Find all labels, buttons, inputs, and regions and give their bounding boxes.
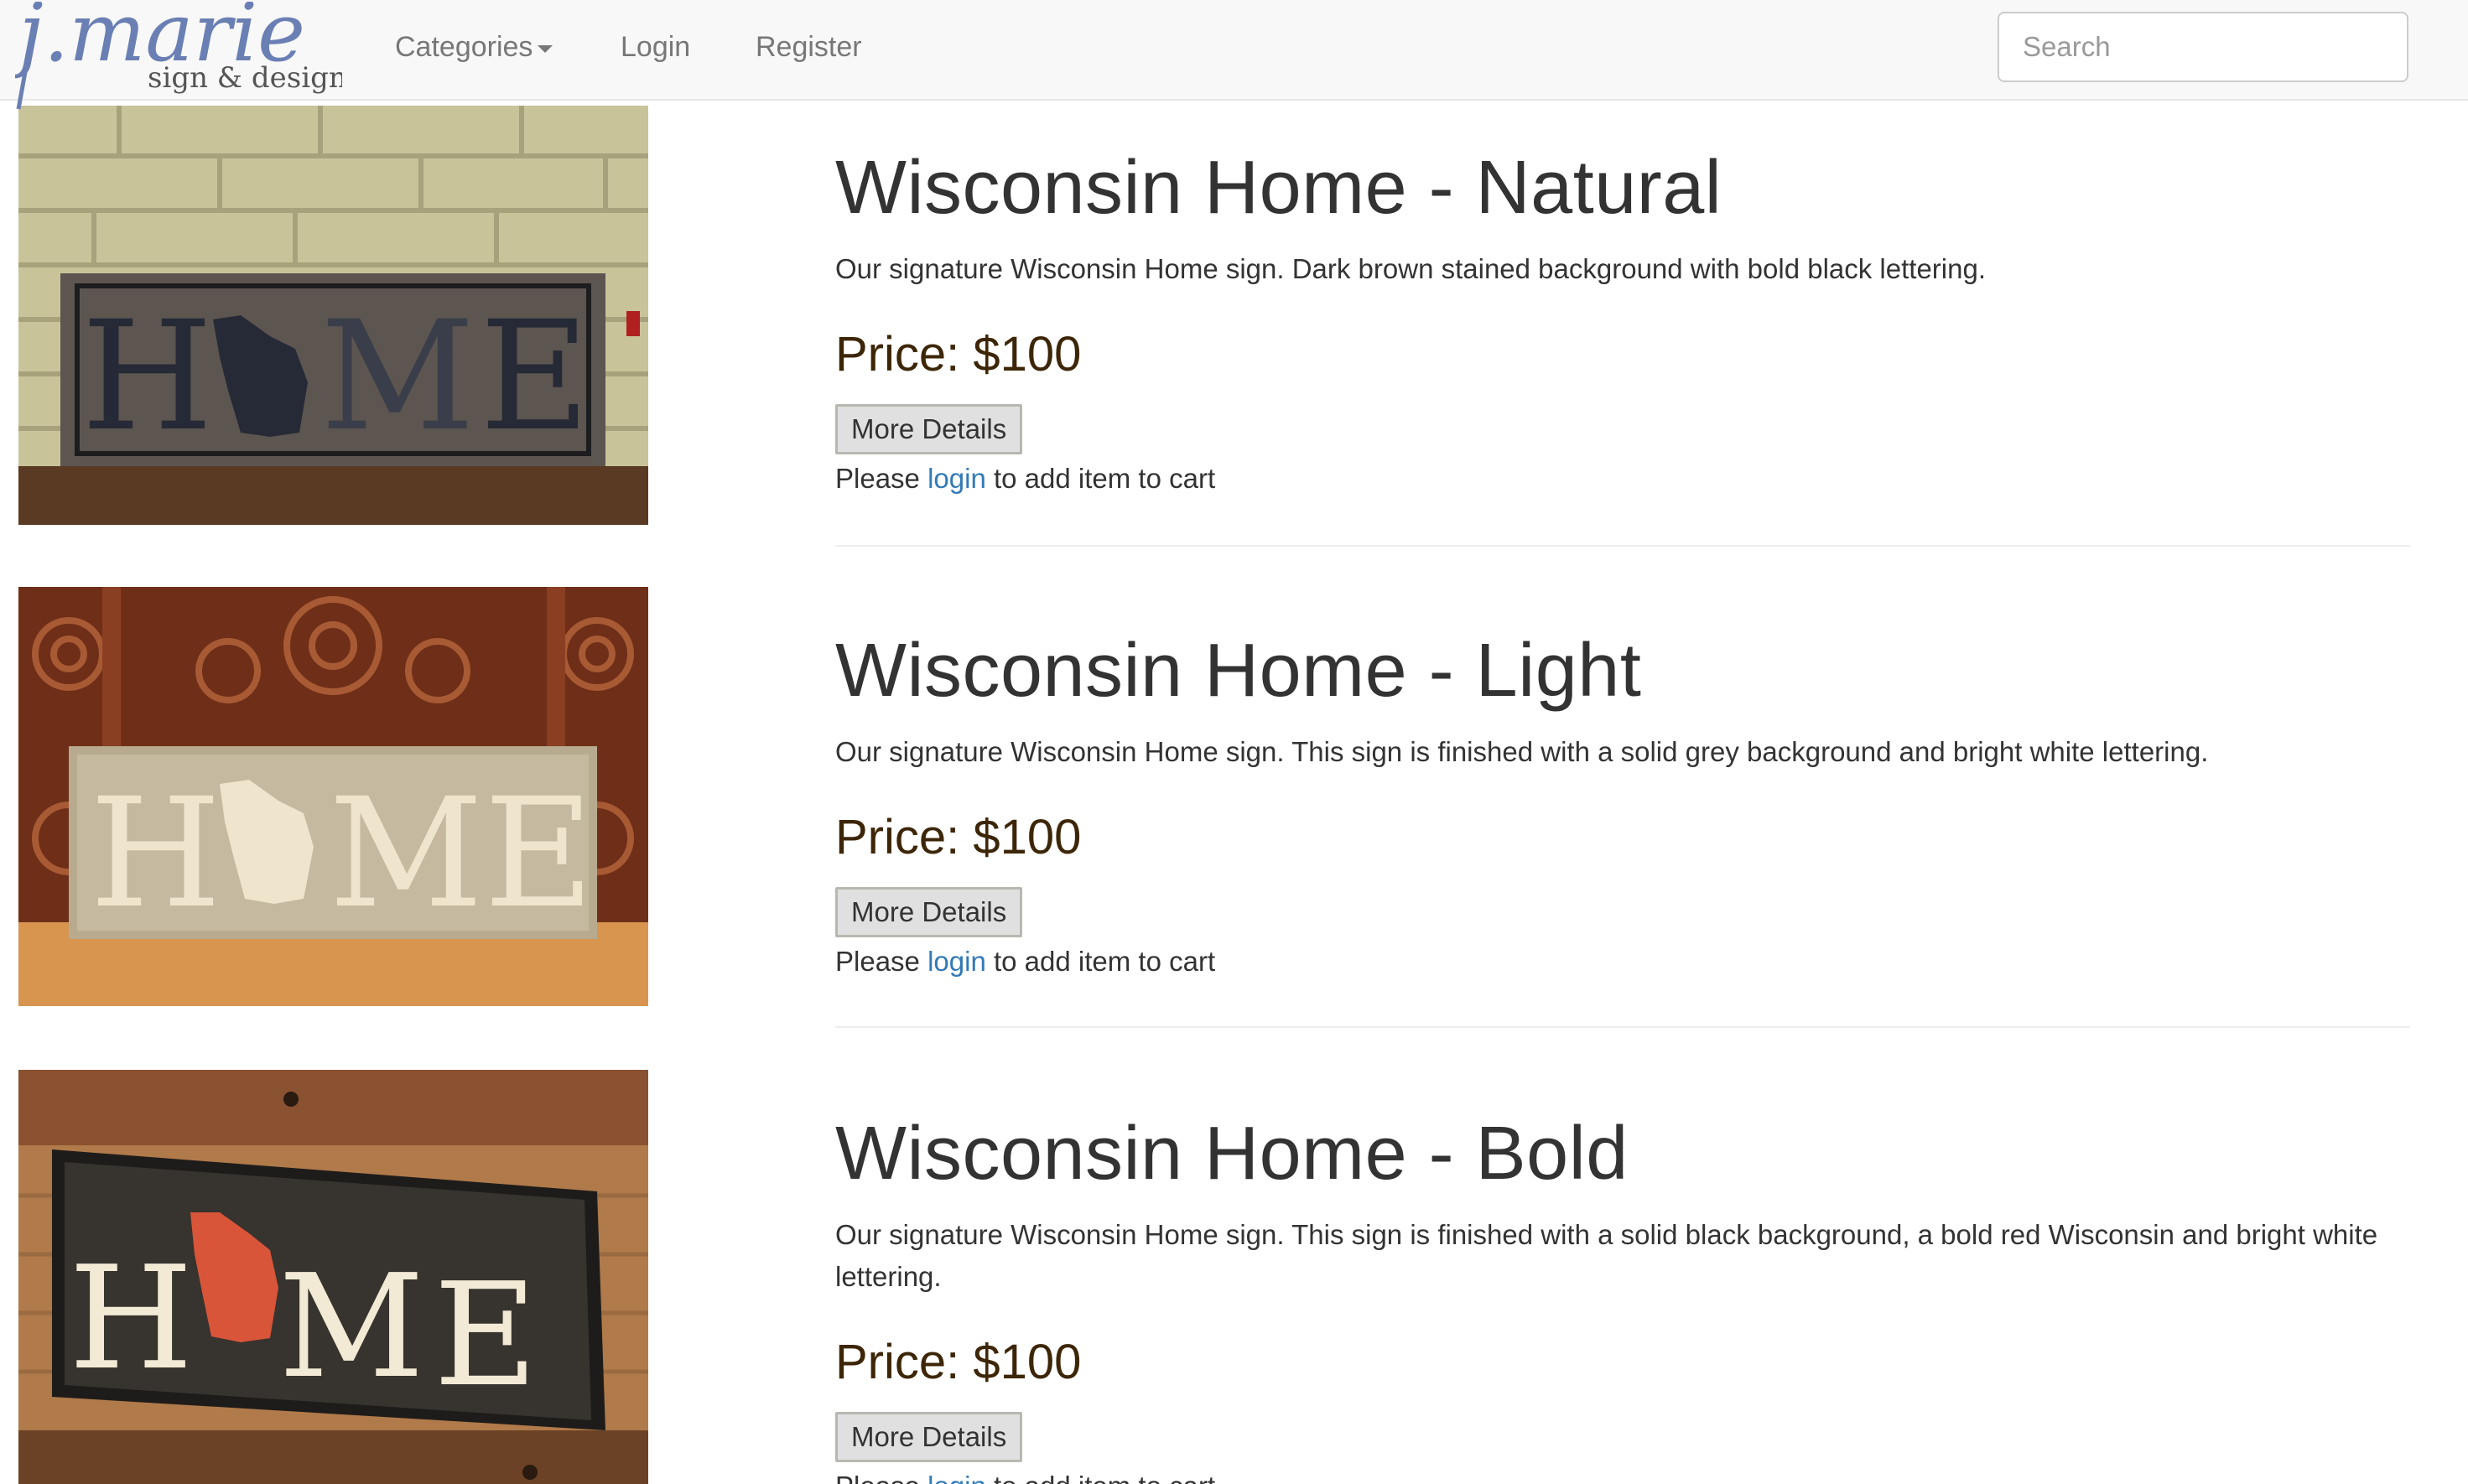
login-prompt-prefix: Please: [835, 1471, 920, 1484]
product-image[interactable]: H M E: [18, 106, 648, 525]
product-info: Wisconsin Home - Bold Our signature Wisc…: [835, 1112, 2410, 1484]
caret-down-icon: [538, 44, 553, 53]
product-image[interactable]: H M E: [18, 1070, 648, 1484]
product-description: Our signature Wisconsin Home sign. This …: [835, 736, 2209, 767]
more-details-button[interactable]: More Details: [835, 1412, 1023, 1462]
svg-text:M: M: [278, 1244, 424, 1410]
product-info: Wisconsin Home - Natural Our signature W…: [835, 146, 2410, 496]
product-price: Price: $100: [835, 327, 1082, 381]
svg-text:E: E: [434, 1253, 538, 1419]
navbar: j.marie sign & design Categories Login R…: [0, 0, 2468, 110]
divider: [835, 545, 2410, 547]
svg-text:E: E: [480, 289, 590, 464]
product-info: Wisconsin Home - Light Our signature Wis…: [835, 629, 2410, 979]
search-input[interactable]: [1998, 12, 2408, 82]
login-prompt: Please login to add item to cart: [835, 944, 2410, 979]
login-prompt-suffix: to add item to cart: [994, 1471, 1215, 1484]
login-prompt-prefix: Please: [835, 946, 920, 977]
login-prompt: Please login to add item to cart: [835, 461, 2410, 496]
brand-logo[interactable]: j.marie sign & design: [3, 0, 347, 117]
login-prompt-suffix: to add item to cart: [993, 463, 1216, 494]
login-prompt: Please login to add item to cart: [835, 1469, 2410, 1484]
login-prompt-suffix: to add item to cart: [993, 946, 1216, 977]
light-sign-image: H M E: [18, 587, 648, 1006]
divider: [835, 1026, 2410, 1028]
nav-register-link[interactable]: Register: [756, 29, 862, 65]
more-details-button[interactable]: More Details: [835, 887, 1023, 937]
nav-categories-dropdown[interactable]: Categories: [395, 29, 553, 65]
product-description: Our signature Wisconsin Home sign. Dark …: [835, 253, 1986, 284]
bold-sign-image: H M E: [18, 1070, 648, 1484]
svg-text:H: H: [81, 289, 213, 464]
nav-categories-label: Categories: [395, 31, 533, 63]
product-title: Wisconsin Home - Natural: [835, 146, 1722, 230]
svg-text:M: M: [329, 766, 483, 942]
svg-text:H: H: [90, 766, 221, 942]
nav-login-link[interactable]: Login: [621, 29, 690, 65]
natural-sign-image: H M E: [18, 106, 648, 525]
product-price: Price: $100: [835, 810, 1082, 864]
product-title: Wisconsin Home - Light: [835, 629, 1642, 713]
svg-text:M: M: [320, 289, 475, 464]
svg-text:E: E: [484, 766, 594, 942]
svg-text:H: H: [69, 1236, 193, 1402]
login-link[interactable]: login: [927, 463, 986, 494]
login-prompt-prefix: Please: [835, 463, 920, 494]
more-details-button[interactable]: More Details: [835, 404, 1023, 454]
product-title: Wisconsin Home - Bold: [835, 1112, 1629, 1196]
logo-image: j.marie sign & design: [3, 0, 347, 110]
login-link[interactable]: login: [927, 946, 986, 977]
product-price: Price: $100: [835, 1335, 1082, 1389]
login-link[interactable]: login: [927, 1471, 986, 1484]
product-image[interactable]: H M E: [18, 587, 648, 1006]
logo-subtitle: sign & design: [148, 61, 342, 95]
product-description: Our signature Wisconsin Home sign. This …: [835, 1219, 2378, 1292]
